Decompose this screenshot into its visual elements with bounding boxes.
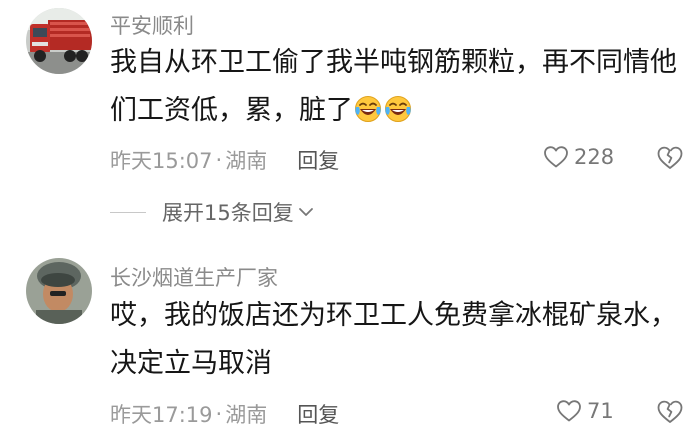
broken-heart-icon: [657, 146, 683, 169]
comment-meta: 昨天17:19 · 湖南 回复: [110, 399, 339, 429]
username[interactable]: 长沙烟道生产厂家: [110, 262, 278, 292]
comment-location: 湖南: [225, 403, 268, 427]
laughing-tears-emoji: [355, 96, 381, 122]
comment-text-body: 哎，我的饭店还为环卫工人免费拿冰棍矿泉水，决定立马取消: [110, 300, 677, 379]
comment-item: 平安顺利 我自从环卫工偷了我半吨钢筋颗粒，再不同情他们工资低，累，脏了 昨天15…: [0, 0, 700, 180]
username[interactable]: 平安顺利: [110, 10, 194, 40]
dislike-button[interactable]: [656, 399, 684, 429]
avatar[interactable]: [26, 258, 92, 324]
like-count: 71: [587, 399, 614, 423]
meta-separator: ·: [215, 402, 223, 426]
chevron-down-icon: [298, 208, 313, 216]
comment-meta: 昨天15:07 · 湖南 回复: [110, 145, 339, 175]
expand-replies-button[interactable]: 展开15条回复: [110, 197, 314, 227]
comment-item: 长沙烟道生产厂家 哎，我的饭店还为环卫工人免费拿冰棍矿泉水，决定立马取消 昨天1…: [0, 250, 700, 446]
truck-avatar-image: [26, 8, 92, 74]
person-avatar-image: [26, 258, 92, 324]
like-button[interactable]: 71: [556, 399, 614, 423]
expand-replies-label: 展开15条回复: [162, 201, 294, 225]
broken-heart-icon: [657, 400, 683, 423]
expand-divider-line: [110, 211, 146, 213]
comment-text: 我自从环卫工偷了我半吨钢筋颗粒，再不同情他们工资低，累，脏了: [110, 39, 685, 135]
avatar[interactable]: [26, 8, 92, 74]
comment-location: 湖南: [225, 149, 268, 173]
like-count: 228: [574, 145, 615, 169]
laughing-tears-emoji: [385, 96, 411, 122]
comment-text: 哎，我的饭店还为环卫工人免费拿冰棍矿泉水，决定立马取消: [110, 292, 685, 388]
like-button[interactable]: 228: [543, 145, 614, 169]
reply-button[interactable]: 回复: [297, 145, 339, 175]
meta-separator: ·: [215, 148, 223, 172]
comment-list: 平安顺利 我自从环卫工偷了我半吨钢筋颗粒，再不同情他们工资低，累，脏了 昨天15…: [0, 0, 700, 446]
reply-button[interactable]: 回复: [297, 399, 339, 429]
comment-time: 昨天15:07: [110, 149, 213, 173]
heart-icon: [557, 400, 581, 422]
comment-time: 昨天17:19: [110, 403, 213, 427]
heart-icon: [544, 146, 568, 168]
dislike-button[interactable]: [656, 145, 684, 175]
